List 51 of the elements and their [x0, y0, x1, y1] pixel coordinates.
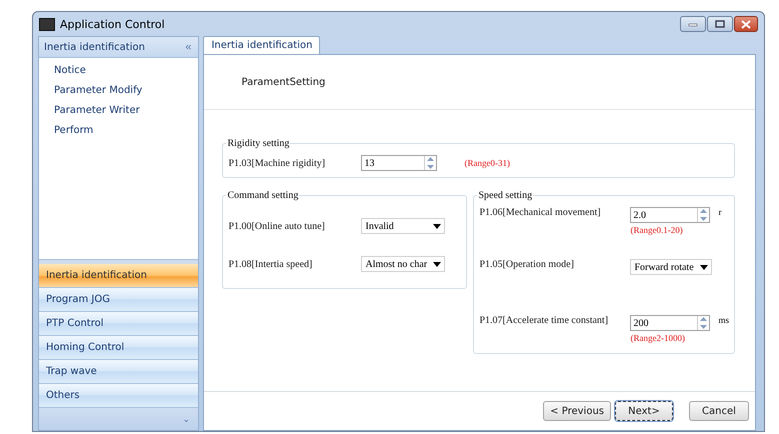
- nav-button[interactable]: Others: [39, 384, 198, 408]
- close-button[interactable]: [734, 16, 758, 32]
- field-label: P1.05[Operation mode]: [479, 259, 575, 270]
- window-title: Application Control: [60, 18, 166, 30]
- sidebar-item[interactable]: Perform: [54, 123, 94, 138]
- nav-button[interactable]: Trap wave: [39, 360, 198, 384]
- dropdown-arrow-icon: [433, 224, 442, 228]
- range-hint: (Range0-31): [464, 158, 510, 168]
- group-title: Command setting: [226, 190, 300, 201]
- section-heading: ParamentSetting: [241, 76, 326, 88]
- dropdown[interactable]: Forward rotate: [630, 259, 712, 275]
- dropdown[interactable]: Almost no char: [361, 256, 446, 272]
- spin-field[interactable]: 200: [630, 315, 710, 331]
- nav-button[interactable]: Inertia identification: [39, 264, 198, 288]
- unit-label: r: [718, 207, 722, 217]
- dropdown-arrow-icon: [700, 264, 708, 270]
- nav-button[interactable]: Homing Control: [39, 336, 198, 360]
- group-title: Rigidity setting: [226, 138, 290, 149]
- close-icon: [741, 20, 751, 28]
- spin-field[interactable]: 2.0: [630, 207, 710, 223]
- unit-label: ms: [718, 315, 729, 325]
- sidebar-item[interactable]: Notice: [54, 63, 86, 78]
- dropdown[interactable]: Invalid: [361, 218, 446, 234]
- group-title: Speed setting: [477, 190, 534, 201]
- dropdown-arrow-icon: [433, 262, 442, 266]
- wizard-button[interactable]: Next>: [615, 401, 673, 421]
- app-icon: [39, 18, 55, 30]
- field-label: P1.03[Machine rigidity]: [228, 158, 326, 168]
- nav-button[interactable]: Program JOG: [39, 288, 198, 312]
- minimize-icon: [688, 21, 698, 27]
- sidebar-item[interactable]: Parameter Writer: [54, 103, 140, 118]
- splitter-handle[interactable]: [39, 259, 198, 264]
- nav-button[interactable]: PTP Control: [39, 312, 198, 336]
- range-hint: (Range2-1000): [630, 333, 686, 343]
- sidebar-item[interactable]: Parameter Modify: [54, 83, 142, 98]
- maximize-icon: [715, 20, 725, 28]
- wizard-button[interactable]: < Previous: [543, 401, 611, 421]
- field-label: P1.00[Online auto tune]: [228, 220, 326, 232]
- minimize-button[interactable]: [680, 16, 706, 32]
- spin-arrows-icon[interactable]: [697, 316, 710, 330]
- wizard-button[interactable]: Cancel: [689, 401, 749, 421]
- field-label: P1.08[Intertia speed]: [228, 258, 314, 270]
- tab[interactable]: Inertia identification: [203, 36, 320, 54]
- range-hint: (Range0.1-20): [630, 225, 684, 235]
- field-label: P1.06[Mechanical movement]: [479, 207, 602, 218]
- field-label: P1.07[Accelerate time constant]: [479, 315, 610, 326]
- maximize-button[interactable]: [707, 16, 733, 32]
- sidebar-title: Inertia identification: [44, 42, 145, 52]
- spin-arrows-icon[interactable]: [697, 208, 710, 222]
- spin-field[interactable]: 13: [361, 155, 438, 171]
- spin-arrows-icon[interactable]: [424, 156, 436, 170]
